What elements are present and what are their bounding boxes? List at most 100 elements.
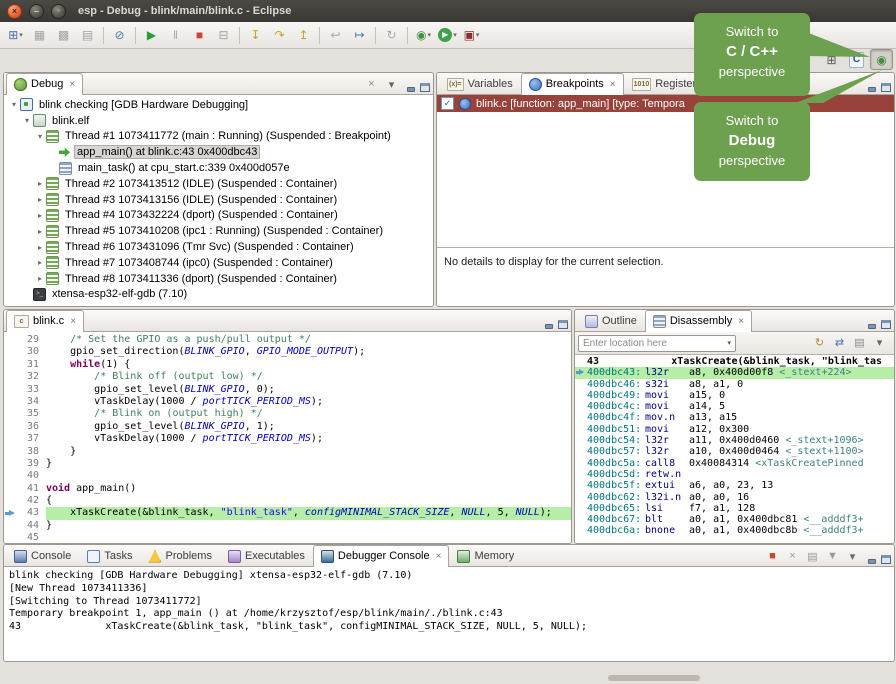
- close-tab-icon[interactable]: ×: [610, 79, 616, 90]
- debug-tree-item[interactable]: ▸Thread #2 1073413512 (IDLE) (Suspended …: [4, 176, 433, 192]
- remove-launch-button[interactable]: ×: [784, 548, 801, 564]
- step-return-button[interactable]: ↥: [292, 25, 315, 46]
- tree-expander-icon[interactable]: ▸: [34, 243, 46, 252]
- disassembly-instruction[interactable]: 400dbc65:lsif7, a1, 128: [575, 503, 894, 514]
- disassembly-instruction[interactable]: 400dbc4f:mov.na13, a15: [575, 412, 894, 423]
- view-menu-button[interactable]: ▾: [871, 334, 888, 350]
- debug-tree-item[interactable]: ▸Thread #6 1073431096 (Tmr Svc) (Suspend…: [4, 239, 433, 255]
- disassembly-instruction[interactable]: 400dbc5a:call80x40084314<xTaskCreatePinn…: [575, 458, 894, 469]
- disassembly-instruction[interactable]: 400dbc49:movia15, 0: [575, 390, 894, 401]
- save-button[interactable]: ▦: [28, 25, 51, 46]
- window-minimize-button[interactable]: [29, 4, 44, 19]
- view-menu-button[interactable]: ▾: [383, 76, 400, 92]
- code-line[interactable]: 33 gpio_set_level(BLINK_GPIO, 0);: [4, 384, 571, 396]
- terminate-button[interactable]: ■: [188, 25, 211, 46]
- disconnect-button[interactable]: ⊟: [212, 25, 235, 46]
- code-line[interactable]: 32 /* Blink off (output low) */: [4, 371, 571, 383]
- horizontal-scrollbar[interactable]: [608, 675, 700, 681]
- code-line[interactable]: 42{: [4, 495, 571, 507]
- debug-tree-item[interactable]: ▾blink.elf: [4, 113, 433, 129]
- code-line[interactable]: 43 xTaskCreate(&blink_task, "blink_task"…: [4, 507, 571, 519]
- tab-blink-c[interactable]: cblink.c×: [6, 310, 84, 332]
- code-line[interactable]: 36 gpio_set_level(BLINK_GPIO, 1);: [4, 421, 571, 433]
- drop-to-frame-button[interactable]: ↩: [324, 25, 347, 46]
- tree-expander-icon[interactable]: ▾: [21, 116, 33, 125]
- disassembly-instruction[interactable]: 400dbc67:blta0, a1, 0x400dbc81<__adddf3+: [575, 514, 894, 525]
- debug-tree-item[interactable]: ▾blink checking [GDB Hardware Debugging]: [4, 97, 433, 113]
- step-into-button[interactable]: ↧: [244, 25, 267, 46]
- console-output[interactable]: blink checking [GDB Hardware Debugging] …: [4, 567, 894, 661]
- scroll-lock-button[interactable]: ▼: [824, 548, 841, 564]
- disassembly-instruction[interactable]: 400dbc5f:extuia6, a0, 23, 13: [575, 480, 894, 491]
- tree-expander-icon[interactable]: ▸: [34, 179, 46, 188]
- dropdown-arrow-icon[interactable]: ▾: [427, 31, 431, 39]
- code-line[interactable]: 41void app_main(): [4, 483, 571, 495]
- code-editor[interactable]: 29 /* Set the GPIO as a push/pull output…: [4, 332, 571, 543]
- tab-memory[interactable]: Memory: [449, 545, 522, 566]
- code-line[interactable]: 39}: [4, 458, 571, 470]
- maximize-view-button[interactable]: [881, 83, 891, 92]
- debug-tree-item[interactable]: ▸Thread #3 1073413156 (IDLE) (Suspended …: [4, 192, 433, 208]
- debug-tree-item[interactable]: main_task() at cpu_start.c:339 0x400d057…: [4, 160, 433, 176]
- print-button[interactable]: ▤: [76, 25, 99, 46]
- minimize-view-button[interactable]: [544, 320, 554, 329]
- tree-expander-icon[interactable]: ▾: [8, 100, 20, 109]
- tab-debugger-console[interactable]: Debugger Console×: [313, 545, 450, 567]
- external-tools-button[interactable]: ▣▾: [460, 25, 483, 46]
- step-over-button[interactable]: ↷: [268, 25, 291, 46]
- dropdown-arrow-icon[interactable]: ▾: [476, 31, 480, 39]
- code-line[interactable]: 37 vTaskDelay(1000 / portTICK_PERIOD_MS)…: [4, 433, 571, 445]
- maximize-view-button[interactable]: [881, 555, 891, 564]
- link-with-debug-context-button[interactable]: ⇄: [831, 334, 848, 350]
- disassembly-instruction[interactable]: 400dbc43:l32ra8, 0x400d00f8<_stext+224>: [575, 367, 894, 378]
- disassembly-instruction[interactable]: 400dbc4c:movia14, 5: [575, 401, 894, 412]
- location-combo[interactable]: Enter location here ▾: [578, 335, 736, 352]
- resume-button[interactable]: ▶: [140, 25, 163, 46]
- debug-tree-item[interactable]: xtensa-esp32-elf-gdb (7.10): [4, 287, 433, 303]
- code-line[interactable]: 34 vTaskDelay(1000 / portTICK_PERIOD_MS)…: [4, 396, 571, 408]
- disassembly-instruction[interactable]: 400dbc57:l32ra10, 0x400d0464<_stext+1100…: [575, 446, 894, 457]
- disassembly-instruction[interactable]: 400dbc62:l32i.na0, a0, 16: [575, 492, 894, 503]
- run-button[interactable]: ▶▾: [436, 25, 459, 46]
- code-line[interactable]: 29 /* Set the GPIO as a push/pull output…: [4, 334, 571, 346]
- window-close-button[interactable]: [7, 4, 22, 19]
- tab-executables[interactable]: Executables: [220, 545, 313, 566]
- chevron-down-icon[interactable]: ▾: [727, 339, 731, 347]
- open-perspective-button[interactable]: ⊞: [820, 49, 843, 70]
- tab-breakpoints[interactable]: Breakpoints×: [521, 73, 624, 95]
- code-line[interactable]: 31 while(1) {: [4, 359, 571, 371]
- disassembly-instruction[interactable]: 400dbc6a:bnonea0, a1, 0x400dbc8b<__adddf…: [575, 525, 894, 536]
- disassembly-instruction[interactable]: 400dbc51:movia12, 0x300: [575, 424, 894, 435]
- breakpoint-item[interactable]: blink.c [function: app_main] [type: Temp…: [437, 95, 894, 112]
- code-line[interactable]: 30 gpio_set_direction(BLINK_GPIO, GPIO_M…: [4, 346, 571, 358]
- disassembly-source-line[interactable]: 43 xTaskCreate(&blink_task, "blink_tas: [575, 356, 894, 367]
- dropdown-arrow-icon[interactable]: ▾: [453, 31, 457, 39]
- tree-expander-icon[interactable]: ▾: [34, 132, 46, 141]
- tab-disassembly[interactable]: Disassembly×: [645, 310, 752, 332]
- close-tab-icon[interactable]: ×: [436, 551, 442, 562]
- restart-button[interactable]: ↻: [380, 25, 403, 46]
- debug-tree-item[interactable]: ▾Thread #1 1073411772 (main : Running) (…: [4, 129, 433, 145]
- instruction-stepping-button[interactable]: ↦: [348, 25, 371, 46]
- new-wizard-button[interactable]: ⊞▾: [4, 25, 27, 46]
- minimize-view-button[interactable]: [867, 555, 877, 564]
- maximize-view-button[interactable]: [558, 320, 568, 329]
- tree-expander-icon[interactable]: ▸: [34, 195, 46, 204]
- minimize-view-button[interactable]: [867, 83, 877, 92]
- save-all-button[interactable]: ▩: [52, 25, 75, 46]
- close-tab-icon[interactable]: ×: [738, 316, 744, 327]
- tree-expander-icon[interactable]: ▸: [34, 211, 46, 220]
- debug-tree-item[interactable]: ▸Thread #4 1073432224 (dport) (Suspended…: [4, 208, 433, 224]
- refresh-button[interactable]: ↻: [811, 334, 828, 350]
- breakpoint-checkbox[interactable]: [441, 97, 454, 110]
- remove-all-terminated-button[interactable]: ×: [363, 76, 380, 92]
- dropdown-arrow-icon[interactable]: ▾: [19, 31, 23, 39]
- tab-console[interactable]: Console: [6, 545, 79, 566]
- tab-variables[interactable]: (x)=Variables: [439, 73, 521, 94]
- tab-tasks[interactable]: Tasks: [79, 545, 140, 566]
- tab-problems[interactable]: Problems: [140, 545, 219, 566]
- debug-tree-item[interactable]: app_main() at blink.c:43 0x400dbc43: [4, 144, 433, 160]
- tree-expander-icon[interactable]: ▸: [34, 227, 46, 236]
- clear-console-button[interactable]: ▤: [804, 548, 821, 564]
- tab-debug[interactable]: Debug×: [6, 73, 83, 95]
